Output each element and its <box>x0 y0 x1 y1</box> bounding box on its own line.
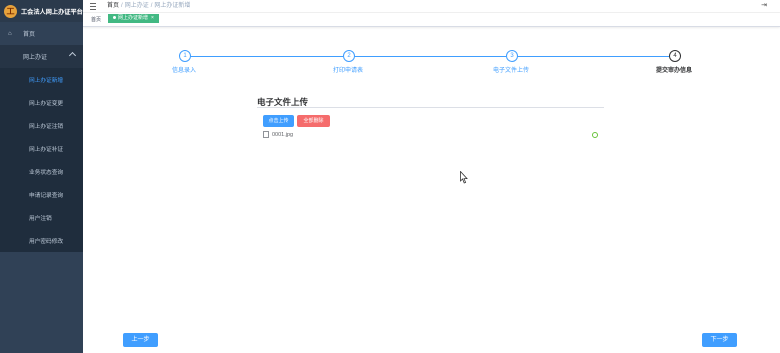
home-icon: ⌂ <box>8 30 12 37</box>
step-4-circle: 4 <box>669 50 681 62</box>
sidebar-item-status-query[interactable]: 业务状态查询 <box>0 160 83 183</box>
step-3-circle: 3 <box>506 50 518 62</box>
step-connector <box>189 56 343 57</box>
sidebar-group-online-cert[interactable]: 网上办证 <box>0 45 83 68</box>
breadcrumb-item: 网上办证 <box>124 3 149 9</box>
tag-label: 网上办证新增 <box>118 15 149 21</box>
step-4-label: 提交审办信息 <box>655 68 692 74</box>
chevron-up-icon <box>68 51 77 60</box>
sidebar-item-label: 首页 <box>23 32 36 38</box>
next-step-button[interactable]: 下一步 <box>702 333 737 347</box>
sidebar-item-user-logout[interactable]: 用户注销 <box>0 206 83 229</box>
mouse-cursor-icon <box>460 171 468 184</box>
breadcrumb-current: 网上办证新增 <box>154 3 191 9</box>
upload-button[interactable]: 点击上传 <box>263 115 294 127</box>
logout-icon[interactable]: ⇥ <box>761 1 767 9</box>
hamburger-icon[interactable] <box>90 3 96 10</box>
step-connector <box>353 56 506 57</box>
file-list-item[interactable]: 0001.jpg <box>263 131 598 141</box>
step-1-label: 信息录入 <box>171 68 196 74</box>
tag-home[interactable]: 首页 <box>91 16 101 23</box>
sidebar-item-change[interactable]: 网上办证变更 <box>0 91 83 114</box>
step-1-circle: 1 <box>179 50 191 62</box>
step-connector <box>516 56 669 57</box>
breadcrumb-home[interactable]: 首页 <box>107 3 119 9</box>
sidebar-item-home[interactable]: ⌂ 首页 <box>0 22 83 45</box>
sidebar-item-record-query[interactable]: 申请记录查询 <box>0 183 83 206</box>
sidebar-item-reissue[interactable]: 网上办证补证 <box>0 137 83 160</box>
app-title: 工会法人网上办证平台 <box>21 8 83 16</box>
close-icon[interactable]: × <box>151 15 154 21</box>
sidebar-submenu: 网上办证新增 网上办证变更 网上办证注销 网上办证补证 业务状态查询 申请记录查… <box>0 68 83 252</box>
step-2-label: 打印申请表 <box>332 68 363 74</box>
union-logo-icon: 工 <box>4 4 17 18</box>
sidebar-group-label: 网上办证 <box>23 55 48 61</box>
sidebar-item-cancel[interactable]: 网上办证注销 <box>0 114 83 137</box>
navbar: 首页 / 网上办证 / 网上办证新增 ⇥ <box>83 0 780 13</box>
delete-all-button[interactable]: 全部删除 <box>297 115 330 127</box>
sidebar-item-new[interactable]: 网上办证新增 <box>0 68 83 91</box>
brand: 工 工会法人网上办证平台 <box>0 0 83 22</box>
step-3-label: 电子文件上传 <box>492 68 529 74</box>
breadcrumb: 首页 / 网上办证 / 网上办证新增 <box>107 3 191 9</box>
file-name: 0001.jpg <box>272 131 294 138</box>
main-content: 首页 / 网上办证 / 网上办证新增 ⇥ 首页 网上办证新增 × 1 2 3 4 信息录入… <box>83 0 780 353</box>
previous-step-button[interactable]: 上一步 <box>123 333 158 347</box>
check-circle-icon <box>592 132 598 138</box>
divider <box>257 107 604 108</box>
dot-icon <box>113 16 116 20</box>
step-2-circle: 2 <box>343 50 355 62</box>
sidebar-item-password[interactable]: 用户密码修改 <box>0 229 83 252</box>
tags-view: 首页 网上办证新增 × <box>83 13 780 27</box>
document-icon <box>263 131 269 138</box>
sidebar: 工 工会法人网上办证平台 ⌂ 首页 网上办证 网上办证新增 网上办证变更 网上办… <box>0 0 83 353</box>
tag-active[interactable]: 网上办证新增 × <box>108 14 159 23</box>
